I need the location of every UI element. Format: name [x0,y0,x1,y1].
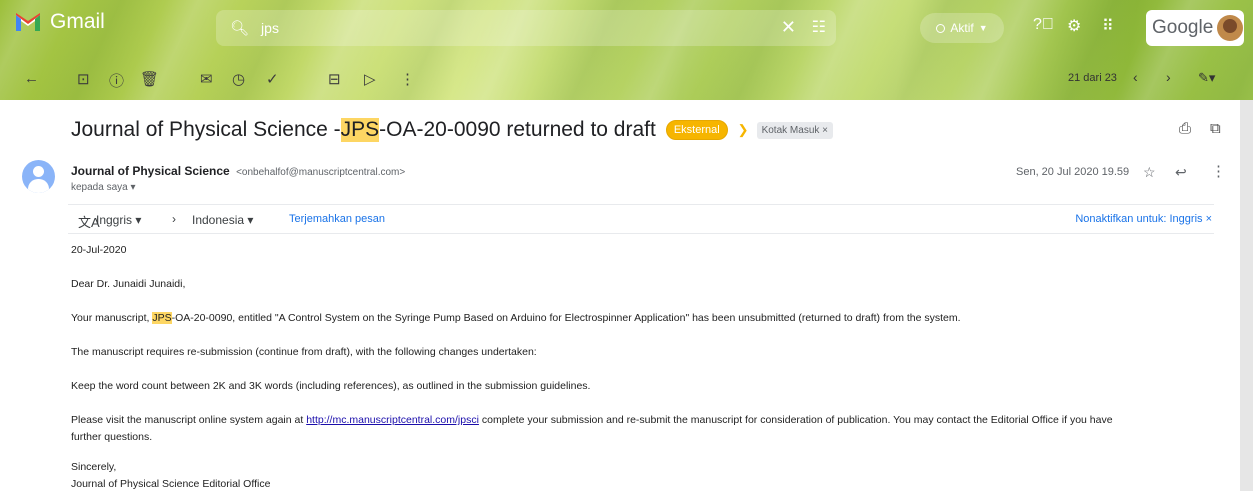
status-button[interactable]: Aktif ▼ [920,13,1004,43]
snooze-icon[interactable]: ◷ [232,70,245,88]
more-actions-icon[interactable]: ⋮ [400,70,415,88]
body-paragraph-4-line2: further questions. [71,431,153,443]
sender-name[interactable]: Journal of Physical Science [71,164,230,178]
body-date: 20-Jul-2020 [71,244,127,256]
recipient-dropdown[interactable]: kepada saya ▾ [71,182,136,193]
manuscript-system-link[interactable]: http://mc.manuscriptcentral.com/jpsci [306,414,479,426]
mark-unread-icon[interactable]: ✉ [200,70,213,88]
next-icon[interactable]: › [1166,69,1171,85]
print-icon[interactable]: ⎙ [1179,120,1191,137]
gmail-logo[interactable]: Gmail [14,10,105,34]
inbox-label-chip[interactable]: Kotak Masuk × [756,121,833,139]
account-avatar[interactable] [1217,15,1244,41]
sender-line: Journal of Physical Science <onbehalfof@… [71,164,405,178]
arrow-right-icon: › [172,212,176,226]
external-label-chip[interactable]: Eksternal [665,120,728,140]
translate-bar: 文A Inggris ▾ › Indonesia ▾ Terjemahkan p… [68,204,1214,234]
back-arrow-icon[interactable]: ← [24,70,39,87]
search-bar[interactable]: 🔍︎ jps ✕ ☷ [216,10,836,46]
sender-email: <onbehalfof@manuscriptcentral.com> [236,167,406,178]
subject-highlight: JPS [340,118,380,142]
label-icon[interactable]: ▷ [364,70,376,88]
pager-count: 21 dari 23 [1068,72,1117,84]
gmail-m-icon [16,13,40,31]
open-new-window-icon[interactable]: ⧉ [1210,120,1221,137]
star-icon[interactable]: ☆ [1143,164,1156,181]
subject-pre: Journal of Physical Science - [71,118,341,141]
more-options-icon[interactable]: ⋮ [1211,162,1226,180]
sender-avatar [22,160,55,193]
chevron-down-icon: ▼ [978,23,988,33]
add-task-icon[interactable]: ✓ [266,70,279,88]
message-toolbar: ← ⊡ ⓘ 🗑︎ ✉ ◷ ✓ ⊟ ▷ ⋮ [0,60,1253,100]
body-paragraph-2: The manuscript requires re-submission (c… [71,346,537,358]
app-name: Gmail [50,10,105,33]
help-icon[interactable]: ?⃝ [1033,16,1054,34]
reply-icon[interactable]: ↩ [1175,164,1187,181]
body-signature: Journal of Physical Science Editorial Of… [71,478,271,490]
body-paragraph-1: Your manuscript, JPS-OA-20-0090, entitle… [71,312,961,324]
move-to-icon[interactable]: ⊟ [328,70,341,88]
status-label: Aktif [950,21,974,35]
gear-icon[interactable]: ⚙ [1067,16,1081,36]
source-language-dropdown[interactable]: Inggris ▾ [96,213,141,227]
apps-grid-icon[interactable]: ⠿ [1102,16,1114,36]
message-panel: Journal of Physical Science - JPS -OA-20… [0,100,1240,491]
body-highlight: JPS [152,312,172,324]
search-input[interactable]: jps [261,20,279,36]
search-icon[interactable]: 🔍︎ [230,19,249,37]
scrollbar[interactable] [1240,100,1253,491]
body-paragraph-4: Please visit the manuscript online syste… [71,414,1113,426]
disable-translation-link[interactable]: Nonaktifkan untuk: Inggris × [1075,213,1212,225]
account-area[interactable]: Google [1146,10,1244,46]
body-closing: Sincerely, [71,461,117,473]
translate-message-link[interactable]: Terjemahkan pesan [289,213,385,225]
archive-icon[interactable]: ⊡ [77,70,90,88]
target-language-dropdown[interactable]: Indonesia ▾ [192,213,253,227]
status-dot-icon [936,23,946,33]
body-greeting: Dear Dr. Junaidi Junaidi, [71,278,186,290]
body-paragraph-3: Keep the word count between 2K and 3K wo… [71,380,591,392]
search-options-icon[interactable]: ☷ [812,17,826,37]
email-date: Sen, 20 Jul 2020 19.59 [1016,166,1130,178]
subject-post: -OA-20-0090 returned to draft [379,118,656,141]
google-wordmark: Google [1152,17,1214,38]
email-subject: Journal of Physical Science - JPS -OA-20… [71,118,833,142]
importance-marker-icon[interactable]: ❯ [738,122,749,138]
input-tools-icon[interactable]: ✎▾ [1198,70,1215,86]
previous-icon[interactable]: ‹ [1133,69,1138,85]
delete-icon[interactable]: 🗑︎ [140,70,159,88]
clear-search-icon[interactable]: ✕ [781,17,796,38]
report-spam-icon[interactable]: ⓘ [109,70,124,91]
top-bar: Gmail 🔍︎ jps ✕ ☷ Aktif ▼ ?⃝ ⚙ ⠿ Google [0,0,1253,60]
